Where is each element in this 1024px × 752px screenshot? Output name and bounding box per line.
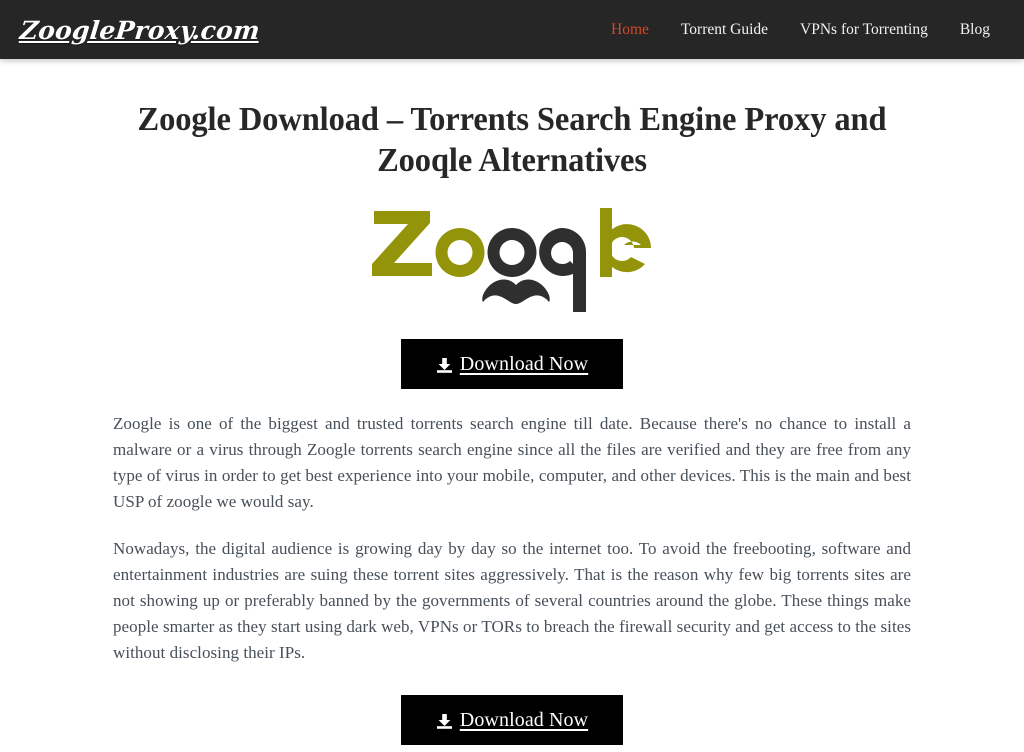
logo-letter-z [372, 211, 432, 276]
site-logo-link[interactable]: ZoogleProxy.com [18, 16, 261, 45]
download-button-top-wrapper: Download Now [82, 318, 942, 389]
download-now-button-top[interactable]: Download Now [401, 339, 623, 389]
logo-mustache [482, 279, 550, 304]
logo-letter-o-2 [487, 228, 537, 277]
download-icon [436, 713, 453, 730]
nav-item-torrent-guide[interactable]: Torrent Guide [665, 0, 784, 59]
page-content: Zoogle Download – Torrents Search Engine… [0, 59, 1024, 745]
download-now-label-bottom: Download Now [459, 708, 589, 731]
zoogle-logo-image [372, 203, 652, 318]
logo-letter-o-1 [435, 228, 485, 277]
paragraph-1: Zoogle is one of the biggest and trusted… [113, 414, 911, 511]
download-now-button-bottom[interactable]: Download Now [401, 695, 623, 745]
download-now-label-top: Download Now [459, 352, 589, 375]
nav-item-home[interactable]: Home [595, 0, 665, 59]
logo-letter-g [539, 228, 586, 312]
article-body: Zoogle is one of the biggest and trusted… [113, 389, 911, 666]
zoogle-logo-figure [82, 181, 942, 318]
download-button-bottom-wrapper: Download Now [82, 666, 942, 745]
main-navigation: Home Torrent Guide VPNs for Torrenting B… [595, 0, 990, 59]
site-header: ZoogleProxy.com Home Torrent Guide VPNs … [0, 0, 1024, 59]
nav-item-vpns-for-torrenting[interactable]: VPNs for Torrenting [784, 0, 944, 59]
nav-item-blog[interactable]: Blog [944, 0, 990, 59]
content-container: Zoogle Download – Torrents Search Engine… [82, 59, 942, 745]
download-icon [436, 357, 453, 374]
page-title: Zoogle Download – Torrents Search Engine… [137, 101, 887, 179]
paragraph-2: Nowadays, the digital audience is growin… [113, 539, 911, 662]
